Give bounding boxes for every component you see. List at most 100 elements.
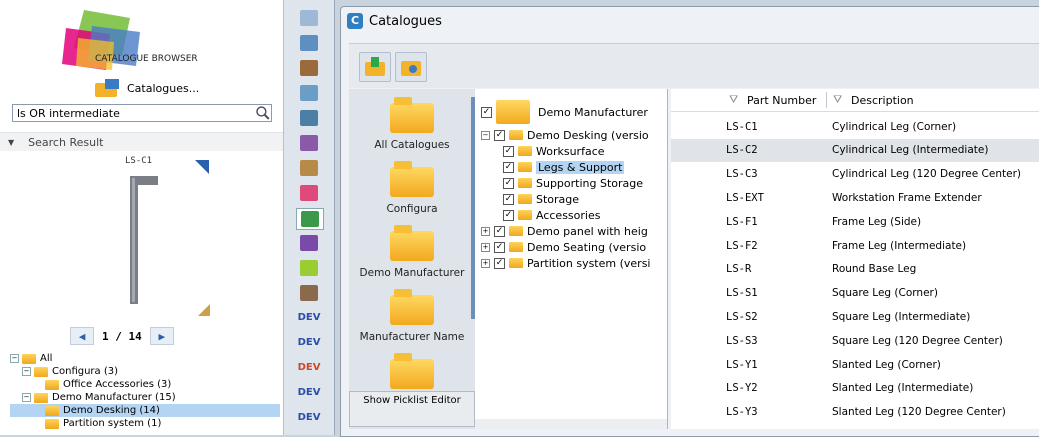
nav-item[interactable]: [349, 353, 475, 395]
nav-item[interactable]: Manufacturer Name: [349, 289, 475, 343]
part-row[interactable]: LS-Y3 Slanted Leg (120 Degree Center): [671, 401, 1039, 424]
catalogue-tree-item[interactable]: ✓ Storage: [503, 191, 667, 207]
part-row[interactable]: LS-S3 Square Leg (120 Degree Center): [671, 329, 1039, 352]
part-row[interactable]: LS-R Round Base Leg: [671, 258, 1039, 281]
arrow-left-icon: ◀: [78, 329, 86, 343]
tree-item[interactable]: − Configura (3): [10, 365, 280, 378]
part-description: Square Leg (Corner): [832, 287, 938, 300]
checkbox[interactable]: ✓: [494, 257, 505, 269]
part-row[interactable]: LS-S2 Square Leg (Intermediate): [671, 305, 1039, 328]
expand-toggle-icon[interactable]: −: [481, 130, 490, 140]
catalogue-tree-label: Legs & Support: [536, 160, 625, 174]
catalogue-tree-item[interactable]: + ✓ Demo panel with heig: [481, 223, 667, 239]
folder-import-icon: [365, 57, 385, 76]
page-indicator: 1 / 14: [102, 329, 142, 343]
catalogue-tree-item[interactable]: ✓ Supporting Storage: [503, 175, 667, 191]
part-row[interactable]: LS-C1 Cylindrical Leg (Corner): [671, 115, 1039, 138]
cabinet-icon[interactable]: [296, 133, 322, 153]
part-row[interactable]: LS-S1 Square Leg (Corner): [671, 282, 1039, 305]
catalogue-folder-icon: [95, 79, 119, 97]
folder-icon: [509, 258, 523, 268]
nav-item[interactable]: Demo Manufacturer: [349, 225, 475, 279]
part-row[interactable]: LS-F2 Frame Leg (Intermediate): [671, 234, 1039, 257]
next-button[interactable]: ▶: [149, 327, 174, 345]
description-header[interactable]: Description: [851, 94, 914, 107]
swirl-icon[interactable]: [296, 183, 322, 203]
search-box[interactable]: [12, 104, 272, 122]
lamp-icon[interactable]: [296, 283, 322, 303]
wall-icon[interactable]: [296, 8, 322, 28]
show-picklist-editor-button[interactable]: Show Picklist Editor: [349, 391, 475, 427]
tree-item[interactable]: − Demo Manufacturer (15): [10, 391, 280, 404]
catalogue-tree-item[interactable]: ✓ Worksurface: [503, 143, 667, 159]
checkbox[interactable]: ✓: [503, 193, 514, 205]
catalogues-button[interactable]: Catalogues...: [95, 78, 199, 98]
part-number: LS-R: [726, 263, 752, 276]
nav-item[interactable]: All Catalogues: [349, 97, 475, 151]
search-input[interactable]: [13, 106, 256, 120]
checkbox[interactable]: ✓: [494, 241, 505, 253]
nav-item-label: All Catalogues: [374, 139, 450, 151]
curtain-icon[interactable]: [296, 58, 322, 78]
tree-item[interactable]: Partition system (1): [10, 417, 280, 430]
dev-icon[interactable]: DEV: [296, 308, 322, 328]
checkbox[interactable]: ✓: [503, 177, 514, 189]
folder-icon: [496, 100, 530, 124]
part-row[interactable]: LS-Y2 Slanted Leg (Intermediate): [671, 377, 1039, 400]
table-icon[interactable]: [296, 108, 322, 128]
checkbox[interactable]: ✓: [503, 161, 514, 173]
part-row[interactable]: LS-Y1 Slanted Leg (Corner): [671, 353, 1039, 376]
folder-icon: [34, 392, 48, 403]
catalogue-tree-item[interactable]: + ✓ Demo Seating (versio: [481, 239, 667, 255]
part-row[interactable]: LS-C3 Cylindrical Leg (120 Degree Center): [671, 163, 1039, 186]
column-divider[interactable]: [826, 92, 827, 108]
catalogue-icon[interactable]: [296, 208, 324, 230]
dev-icon[interactable]: DEV: [296, 383, 322, 403]
expand-toggle-icon[interactable]: +: [481, 258, 490, 268]
green-square-icon[interactable]: [296, 258, 322, 278]
dev-icon[interactable]: DEV: [296, 358, 322, 378]
expand-toggle-icon[interactable]: −: [22, 393, 31, 402]
tree-hscrollbar[interactable]: [475, 419, 667, 429]
part-row[interactable]: LS-F1 Frame Leg (Side): [671, 210, 1039, 233]
checkbox[interactable]: ✓: [503, 145, 514, 157]
catalogue-tree-item[interactable]: ✓ Demo Manufacturer: [481, 97, 667, 127]
filter-icon[interactable]: ⛛: [729, 93, 738, 107]
expand-toggle-icon[interactable]: −: [22, 367, 31, 376]
dev-icon[interactable]: DEV: [296, 333, 322, 353]
expand-toggle-icon[interactable]: +: [481, 242, 490, 252]
nav-item[interactable]: Configura: [349, 161, 475, 215]
part-thumbnail-icon: [685, 331, 705, 351]
tree-item[interactable]: Demo Desking (14): [10, 404, 280, 417]
catalogue-tree-item[interactable]: − ✓ Demo Desking (versio: [481, 127, 667, 143]
tower-icon[interactable]: [296, 233, 322, 253]
collapse-icon[interactable]: ▼: [8, 138, 14, 147]
filter-icon[interactable]: ⛛: [833, 93, 842, 107]
cube-icon[interactable]: [296, 33, 322, 53]
import-catalogue-button[interactable]: [359, 52, 391, 82]
catalogue-tree-item[interactable]: + ✓ Partition system (versi: [481, 255, 667, 271]
prev-button[interactable]: ◀: [70, 327, 94, 345]
part-row[interactable]: LS-EXT Workstation Frame Extender: [671, 186, 1039, 209]
search-icon[interactable]: [255, 105, 271, 121]
pencil-icon[interactable]: [296, 83, 322, 103]
catalogue-settings-button[interactable]: [395, 52, 427, 82]
expand-toggle-icon[interactable]: −: [10, 354, 19, 363]
chair-icon[interactable]: [296, 158, 322, 178]
resize-grip-icon[interactable]: [198, 304, 210, 316]
expand-toggle-icon[interactable]: +: [481, 226, 490, 236]
part-row[interactable]: LS-C2 Cylindrical Leg (Intermediate): [671, 138, 1039, 162]
checkbox[interactable]: ✓: [494, 129, 505, 141]
catalogue-tree-item[interactable]: ✓ Accessories: [503, 207, 667, 223]
search-result-header[interactable]: ▼ Search Result: [0, 132, 283, 151]
tree-item[interactable]: Office Accessories (3): [10, 378, 280, 391]
tree-item-label: All: [40, 353, 53, 364]
part-number-header[interactable]: Part Number: [747, 94, 816, 107]
catalogue-tree-item[interactable]: ✓ Legs & Support: [503, 159, 667, 175]
tree-item[interactable]: − All: [10, 352, 280, 365]
checkbox[interactable]: ✓: [494, 225, 505, 237]
checkbox[interactable]: ✓: [481, 106, 492, 118]
dev-icon[interactable]: DEV: [296, 408, 322, 428]
checkbox[interactable]: ✓: [503, 209, 514, 221]
catalogue-tree-label: Accessories: [536, 208, 601, 222]
